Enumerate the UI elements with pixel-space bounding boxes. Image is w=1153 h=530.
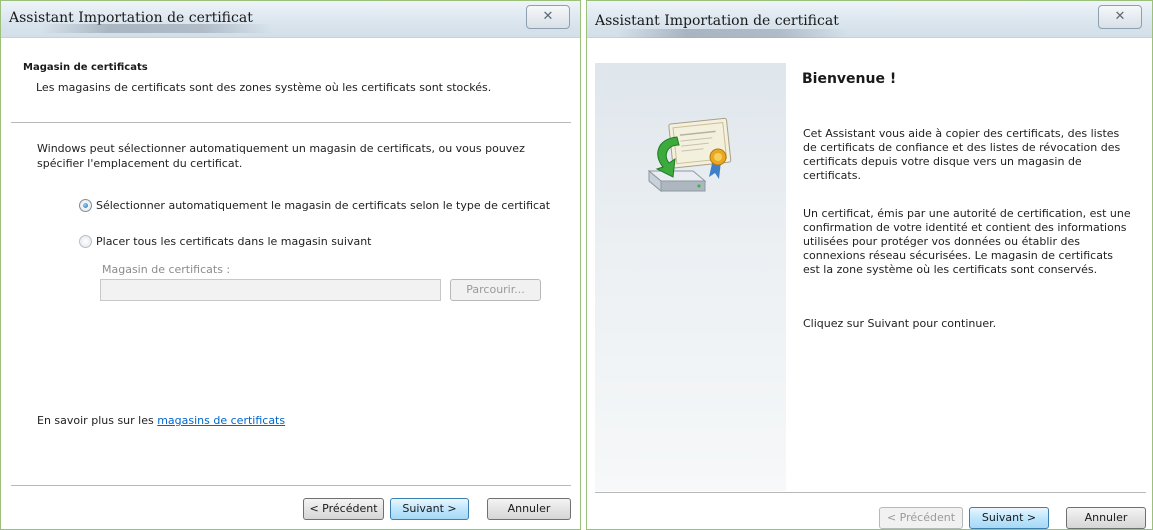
right-wizard-window: Assistant Importation de certificat ✕ Bi… bbox=[586, 0, 1153, 530]
left-wizard-window: Assistant Importation de certificat ✕ Ma… bbox=[0, 0, 581, 530]
certificate-paragraph: Un certificat, émis par une autorité de … bbox=[803, 207, 1131, 276]
close-button[interactable]: ✕ bbox=[526, 5, 570, 29]
radio-manual-store[interactable]: Placer tous les certificats dans le maga… bbox=[79, 233, 372, 249]
close-icon: ✕ bbox=[542, 9, 554, 24]
footer-divider bbox=[595, 492, 1146, 493]
close-icon: ✕ bbox=[1114, 9, 1126, 24]
store-field-label: Magasin de certificats : bbox=[102, 263, 231, 276]
back-button[interactable]: < Précédent bbox=[879, 507, 963, 529]
browse-button[interactable]: Parcourir... bbox=[450, 279, 541, 301]
intro-text: Windows peut sélectionner automatiquemen… bbox=[37, 142, 525, 170]
learn-more-prefix: En savoir plus sur les bbox=[37, 414, 158, 427]
title-bar[interactable]: Assistant Importation de certificat ✕ bbox=[587, 1, 1152, 38]
title-bar[interactable]: Assistant Importation de certificat ✕ bbox=[1, 1, 580, 38]
page-header-description: Les magasins de certificats sont des zon… bbox=[36, 81, 492, 94]
radio-manual-label: Placer tous les certificats dans le maga… bbox=[96, 234, 372, 248]
radio-button-checked[interactable] bbox=[79, 198, 92, 212]
page-header-title: Magasin de certificats bbox=[23, 62, 148, 73]
welcome-title: Bienvenue ! bbox=[802, 71, 897, 87]
intro-paragraph: Cet Assistant vous aide à copier des cer… bbox=[803, 127, 1121, 182]
certificate-import-icon bbox=[647, 117, 732, 193]
learn-more: En savoir plus sur les magasins de certi… bbox=[37, 414, 285, 427]
cancel-button[interactable]: Annuler bbox=[487, 498, 571, 520]
continue-paragraph: Cliquez sur Suivant pour continuer. bbox=[803, 317, 997, 330]
next-button[interactable]: Suivant > bbox=[969, 507, 1049, 529]
title-bar-blur bbox=[617, 29, 847, 38]
header-divider bbox=[11, 122, 571, 123]
wizard-side-banner bbox=[595, 63, 786, 491]
back-button[interactable]: < Précédent bbox=[303, 498, 384, 520]
radio-button-unchecked[interactable] bbox=[79, 234, 92, 248]
footer-divider bbox=[11, 485, 571, 486]
cancel-button[interactable]: Annuler bbox=[1066, 507, 1146, 529]
radio-auto-store[interactable]: Sélectionner automatiquement le magasin … bbox=[79, 197, 550, 213]
learn-more-link[interactable]: magasins de certificats bbox=[157, 414, 285, 427]
radio-auto-label: Sélectionner automatiquement le magasin … bbox=[96, 198, 551, 212]
close-button[interactable]: ✕ bbox=[1098, 5, 1142, 29]
next-button[interactable]: Suivant > bbox=[390, 498, 469, 520]
store-field[interactable] bbox=[100, 279, 441, 301]
title-bar-blur bbox=[41, 24, 271, 33]
window-title: Assistant Importation de certificat bbox=[595, 13, 839, 29]
